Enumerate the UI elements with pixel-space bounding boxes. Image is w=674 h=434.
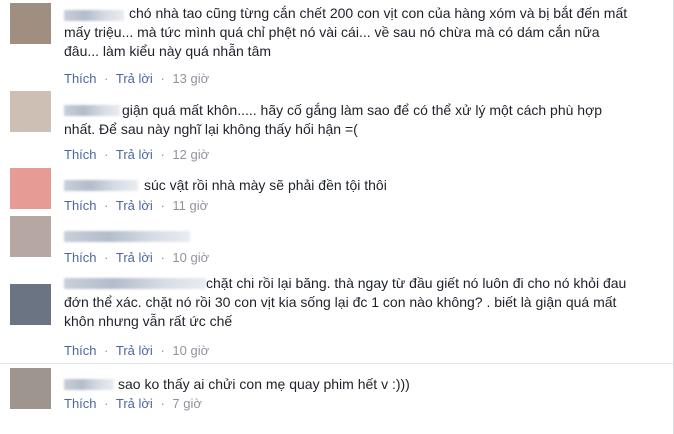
reply-link[interactable]: Trả lời [116,396,153,411]
separator-dot: · [160,71,165,86]
reply-link[interactable]: Trả lời [116,250,153,265]
like-link[interactable]: Thích [64,147,97,162]
like-link[interactable]: Thích [64,71,97,86]
avatar[interactable] [10,168,51,209]
avatar[interactable] [10,284,51,325]
avatar[interactable] [10,216,51,257]
comment-timestamp[interactable]: 10 giờ [172,250,209,265]
avatar[interactable] [10,368,51,409]
separator-dot: · [104,71,109,86]
comment-actions: Thích · Trả lời · 7 giờ [64,396,202,412]
like-link[interactable]: Thích [64,250,97,265]
reply-link[interactable]: Trả lời [116,343,153,358]
separator-dot: · [104,396,109,411]
reply-link[interactable]: Trả lời [116,198,153,213]
comment-timestamp[interactable]: 12 giờ [172,147,209,162]
like-link[interactable]: Thích [64,343,97,358]
avatar[interactable] [10,3,51,44]
comment-text: chặt chi rồi lại băng. thà ngay từ đầu g… [64,275,627,329]
separator-dot: · [104,250,109,265]
separator-dot: · [160,396,165,411]
blurred-author-name[interactable] [64,231,190,242]
comment-timestamp[interactable]: 13 giờ [172,71,209,86]
separator-dot: · [104,147,109,162]
separator-dot: · [160,250,165,265]
comment-actions: Thích · Trả lời · 13 giờ [64,71,209,87]
thread-divider [0,363,674,364]
comment-timestamp[interactable]: 7 giờ [172,396,202,411]
separator-dot: · [104,198,109,213]
separator-dot: · [160,343,165,358]
comment-actions: Thích · Trả lời · 10 giờ [64,250,209,266]
comment-thread: chó nhà tao cũng từng cắn chết 200 con v… [0,0,674,434]
separator-dot: · [160,198,165,213]
avatar[interactable] [10,91,51,132]
comment-actions: Thích · Trả lời · 10 giờ [64,343,209,359]
separator-dot: · [160,147,165,162]
comment-text: giận quá mất khôn..... hãy cố gắng làm s… [64,102,603,137]
comment-text: chó nhà tao cũng từng cắn chết 200 con v… [64,5,628,59]
comment-text: sao ko thấy ai chửi con mẹ quay phim hết… [118,376,410,392]
separator-dot: · [104,343,109,358]
comment-timestamp[interactable]: 10 giờ [172,343,209,358]
comment-actions: Thích · Trả lời · 12 giờ [64,147,209,163]
reply-link[interactable]: Trả lời [116,147,153,162]
like-link[interactable]: Thích [64,198,97,213]
comment-timestamp[interactable]: 11 giờ [172,198,208,213]
like-link[interactable]: Thích [64,396,97,411]
comment-actions: Thích · Trả lời · 11 giờ [64,198,208,214]
reply-link[interactable]: Trả lời [116,71,153,86]
comment-text: súc vật rồi nhà mày sẽ phải đền tội thôi [144,177,387,193]
